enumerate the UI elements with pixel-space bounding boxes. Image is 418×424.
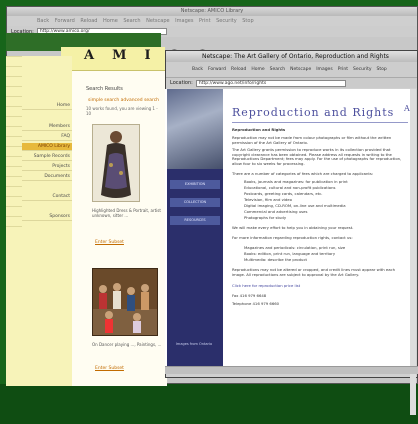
- paragraph-4: We will make every effort to help you in…: [232, 225, 354, 230]
- sidebar-item-members[interactable]: Members: [22, 123, 72, 131]
- banner-band-resources[interactable]: RESOURCES: [170, 216, 220, 225]
- artwork-description-1: Highlighted Dress & Portrait, artist unk…: [92, 208, 161, 218]
- page-title: Reproduction and Rights: [232, 106, 395, 119]
- telephone-number: Telephone 416 979 6660: [232, 301, 280, 306]
- title-rule: [232, 122, 408, 123]
- banner-caption: Images from Ontario: [175, 342, 213, 346]
- bullet-6: Commercial and advertising uses: [244, 209, 308, 214]
- back-window-toolbar[interactable]: Back Forward Reload Home Search Netscape…: [7, 16, 417, 26]
- front-window-statusbar: [165, 366, 418, 374]
- enter-subset-link-2[interactable]: Enter Subset: [95, 366, 124, 371]
- sidebar-item-sample-records[interactable]: Sample Records: [22, 153, 72, 161]
- section-heading: Reproduction and Rights: [232, 127, 286, 132]
- bullet2-1: Magazines and periodicals: circulation, …: [244, 245, 346, 250]
- desktop-bottom-strip: [0, 384, 418, 424]
- toolbar-security-button[interactable]: Security: [353, 67, 371, 72]
- bullet2-2: Books: edition, print run, language and …: [244, 251, 336, 256]
- front-window-toolbar: Back Forward Reload Home Search Netscape…: [166, 62, 417, 78]
- sidebar-grid-decoration: [6, 56, 22, 236]
- front-window-location-bar: Location: http://www.ago.net/info/rights: [166, 78, 417, 88]
- banner-band-collection[interactable]: COLLECTION: [170, 198, 220, 207]
- search-results-heading: Search Results: [86, 86, 123, 92]
- price-list-link[interactable]: Click here for reproduction price list: [232, 283, 408, 289]
- bullet2-3: Multimedia: describe the product: [244, 257, 308, 262]
- front-location-label: Location:: [170, 80, 193, 86]
- paragraph-2: The Art Gallery grants permission to rep…: [232, 147, 402, 166]
- enter-subset-link-1[interactable]: Enter Subset: [95, 240, 124, 245]
- paragraph-6: Reproductions may not be altered or crop…: [232, 267, 396, 277]
- search-tabs[interactable]: simple search advanced search: [88, 98, 159, 103]
- sidebar-item-sponsors[interactable]: Sponsors: [22, 213, 72, 221]
- toolbar-home-button[interactable]: Home: [251, 67, 264, 72]
- artwork-thumbnail-dancers[interactable]: [92, 268, 158, 336]
- sidebar-item-projects[interactable]: Projects: [22, 163, 72, 171]
- sidebar-item-documents[interactable]: Documents: [22, 173, 72, 181]
- bullet-4: Television, film and video: [244, 197, 292, 202]
- toolbar-images-button[interactable]: Images: [316, 67, 332, 72]
- bullet-3: Postcards, greeting cards, calendars, et…: [244, 191, 323, 196]
- banner-band-exhibition[interactable]: EXHIBITION: [170, 180, 220, 189]
- fax-number: Fax 416 979 6648: [232, 293, 267, 298]
- toolbar-reload-button[interactable]: Reload: [231, 67, 246, 72]
- bullet-7: Photographs for study: [244, 215, 287, 220]
- bullet-2: Educational, cultural and non-profit pub…: [244, 185, 336, 190]
- sidebar-item-contact[interactable]: Contact: [22, 193, 72, 201]
- sidebar-item-home[interactable]: Home: [22, 102, 72, 110]
- toolbar-search-button[interactable]: Search: [270, 67, 285, 72]
- paragraph-5: For more information regarding reproduct…: [232, 235, 353, 240]
- toolbar-print-button[interactable]: Print: [338, 67, 348, 72]
- front-window-title[interactable]: Netscape: The Art Gallery of Ontario, Re…: [166, 51, 417, 62]
- toolbar-forward-button[interactable]: Forward: [208, 67, 226, 72]
- toolbar-netscape-button[interactable]: Netscape: [290, 67, 311, 72]
- paragraph-3: There are a number of categories of fees…: [232, 171, 374, 176]
- artwork-description-2: On Dancer playing ..., Paintings, ...: [92, 342, 162, 347]
- sidebar-item-faq[interactable]: FAQ: [22, 133, 72, 141]
- bullet-1: Books, journals and magazines: for publi…: [244, 179, 348, 184]
- toolbar-back-button[interactable]: Back: [192, 67, 203, 72]
- front-location-input[interactable]: http://www.ago.net/info/rights: [195, 79, 346, 87]
- sidebar-item-amico-library[interactable]: AMICO Library: [22, 143, 72, 151]
- artwork-thumbnail-portrait[interactable]: [92, 124, 140, 202]
- toolbar-stop-button[interactable]: Stop: [377, 67, 387, 72]
- results-count: 10 works found, you are viewing 1 - 10: [86, 106, 158, 116]
- gallery-interior-photo: [167, 89, 223, 169]
- bullet-5: Digital imaging, CD-ROM, on-line use and…: [244, 203, 346, 208]
- paragraph-1: Reproduction may not be made from colour…: [232, 135, 392, 145]
- back-window-title[interactable]: Netscape: AMICO Library: [7, 7, 417, 16]
- amico-content-panel: [72, 71, 167, 386]
